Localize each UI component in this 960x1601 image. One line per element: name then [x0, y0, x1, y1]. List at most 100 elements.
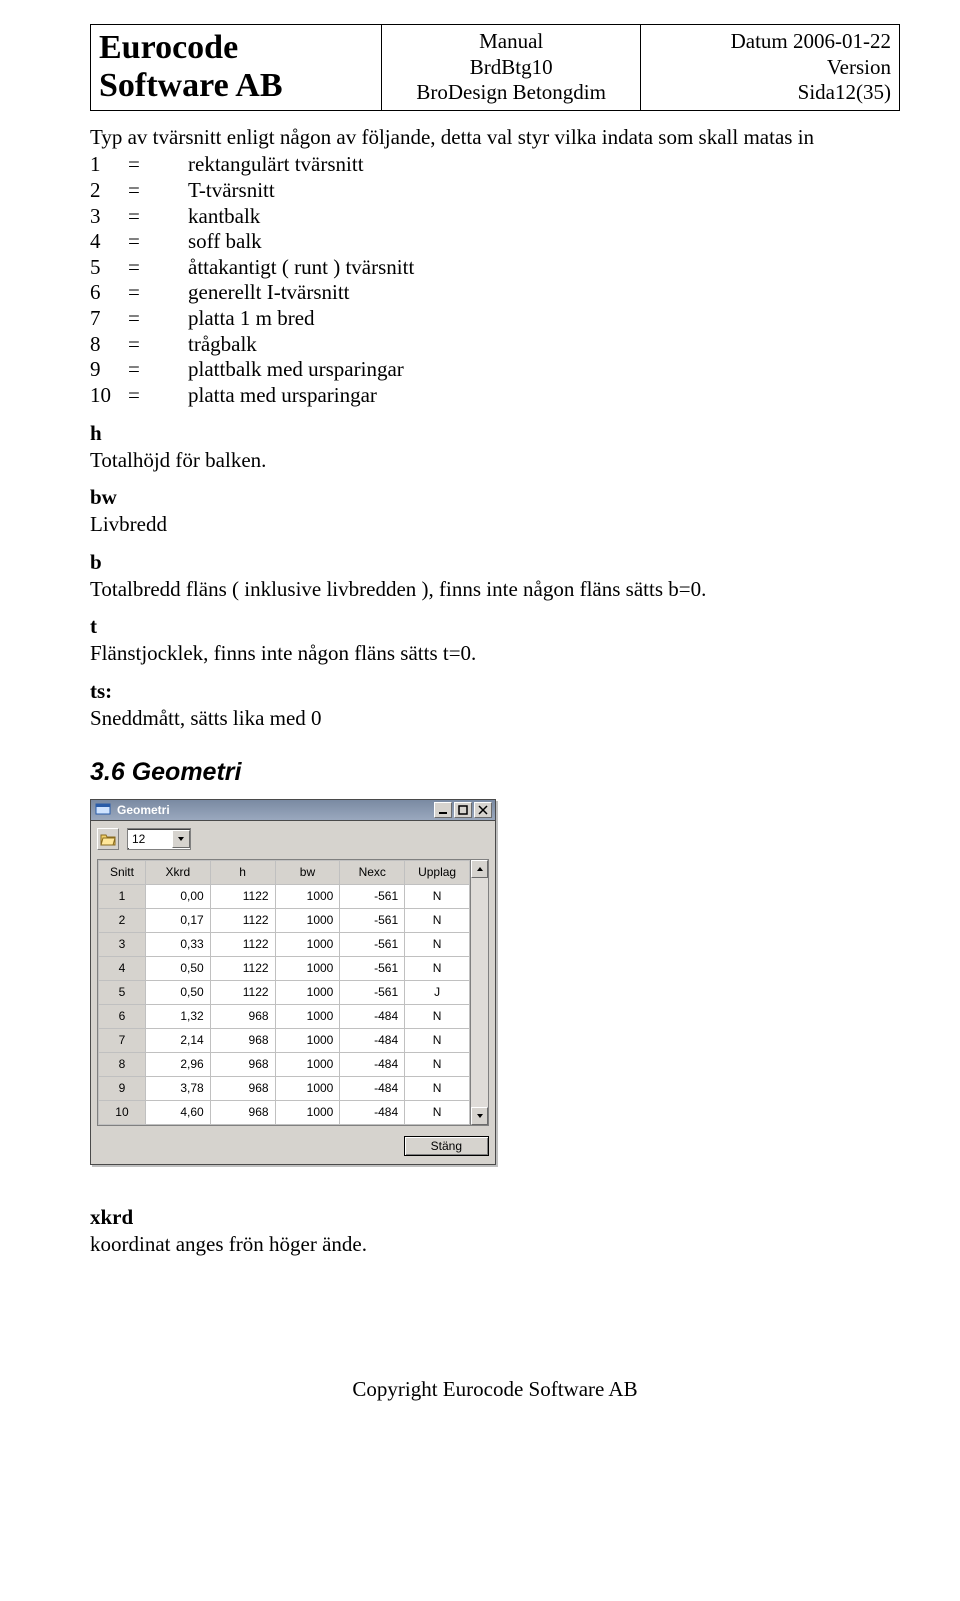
table-row[interactable]: 50,5011221000-561J: [99, 980, 470, 1004]
cell-snitt[interactable]: 6: [99, 1004, 146, 1028]
table-row[interactable]: 72,149681000-484N: [99, 1028, 470, 1052]
cell-bw[interactable]: 1000: [275, 932, 340, 956]
cell-bw[interactable]: 1000: [275, 1028, 340, 1052]
col-xkrd[interactable]: Xkrd: [145, 860, 210, 884]
cell-nexc[interactable]: -484: [340, 1100, 405, 1124]
table-row[interactable]: 30,3311221000-561N: [99, 932, 470, 956]
cell-snitt[interactable]: 4: [99, 956, 146, 980]
col-nexc[interactable]: Nexc: [340, 860, 405, 884]
cell-xkrd[interactable]: 2,96: [145, 1052, 210, 1076]
col-upplag[interactable]: Upplag: [405, 860, 470, 884]
cell-nexc[interactable]: -484: [340, 1052, 405, 1076]
cell-upplag[interactable]: N: [405, 1100, 470, 1124]
def-num: 1: [90, 152, 128, 178]
grid-body: 10,0011221000-561N 20,1711221000-561N 30…: [99, 884, 470, 1124]
cell-bw[interactable]: 1000: [275, 1076, 340, 1100]
cell-bw[interactable]: 1000: [275, 1052, 340, 1076]
vertical-scrollbar[interactable]: [470, 860, 488, 1125]
cell-h[interactable]: 968: [210, 1076, 275, 1100]
scroll-track[interactable]: [471, 878, 488, 1107]
cell-xkrd[interactable]: 0,17: [145, 908, 210, 932]
table-row[interactable]: 20,1711221000-561N: [99, 908, 470, 932]
cell-h[interactable]: 1122: [210, 884, 275, 908]
table-row[interactable]: 104,609681000-484N: [99, 1100, 470, 1124]
table-row[interactable]: 10,0011221000-561N: [99, 884, 470, 908]
combo-dropdown-button[interactable]: [172, 830, 190, 848]
titlebar-buttons: [434, 802, 492, 818]
cell-xkrd[interactable]: 3,78: [145, 1076, 210, 1100]
cell-h[interactable]: 1122: [210, 908, 275, 932]
cell-h[interactable]: 968: [210, 1100, 275, 1124]
cell-bw[interactable]: 1000: [275, 956, 340, 980]
cell-upplag[interactable]: N: [405, 1076, 470, 1100]
cell-xkrd[interactable]: 0,50: [145, 956, 210, 980]
table-row[interactable]: 82,969681000-484N: [99, 1052, 470, 1076]
scroll-down-button[interactable]: [471, 1107, 488, 1125]
cell-upplag[interactable]: J: [405, 980, 470, 1004]
cell-upplag[interactable]: N: [405, 884, 470, 908]
window-titlebar[interactable]: Geometri: [90, 799, 496, 821]
cell-bw[interactable]: 1000: [275, 1004, 340, 1028]
col-h[interactable]: h: [210, 860, 275, 884]
cell-upplag[interactable]: N: [405, 956, 470, 980]
cell-h[interactable]: 968: [210, 1052, 275, 1076]
def-eq: =: [128, 229, 188, 255]
col-bw[interactable]: bw: [275, 860, 340, 884]
cell-upplag[interactable]: N: [405, 1052, 470, 1076]
def-num: 4: [90, 229, 128, 255]
cell-h[interactable]: 1122: [210, 980, 275, 1004]
cell-bw[interactable]: 1000: [275, 884, 340, 908]
cell-bw[interactable]: 1000: [275, 1100, 340, 1124]
count-input[interactable]: [128, 830, 172, 848]
close-button[interactable]: Stäng: [404, 1136, 489, 1156]
cell-snitt[interactable]: 10: [99, 1100, 146, 1124]
cell-h[interactable]: 968: [210, 1004, 275, 1028]
open-button[interactable]: [97, 828, 119, 850]
cell-bw[interactable]: 1000: [275, 908, 340, 932]
cell-nexc[interactable]: -484: [340, 1028, 405, 1052]
cell-bw[interactable]: 1000: [275, 980, 340, 1004]
def-eq: =: [128, 204, 188, 230]
cell-xkrd[interactable]: 4,60: [145, 1100, 210, 1124]
cell-nexc[interactable]: -484: [340, 1004, 405, 1028]
cell-xkrd[interactable]: 2,14: [145, 1028, 210, 1052]
cell-snitt[interactable]: 2: [99, 908, 146, 932]
cell-nexc[interactable]: -561: [340, 908, 405, 932]
cell-h[interactable]: 968: [210, 1028, 275, 1052]
cell-snitt[interactable]: 1: [99, 884, 146, 908]
cell-h[interactable]: 1122: [210, 932, 275, 956]
cell-nexc[interactable]: -561: [340, 932, 405, 956]
cell-upplag[interactable]: N: [405, 1004, 470, 1028]
cell-nexc[interactable]: -561: [340, 884, 405, 908]
col-snitt[interactable]: Snitt: [99, 860, 146, 884]
cell-snitt[interactable]: 8: [99, 1052, 146, 1076]
cell-snitt[interactable]: 5: [99, 980, 146, 1004]
table-row[interactable]: 61,329681000-484N: [99, 1004, 470, 1028]
cell-snitt[interactable]: 7: [99, 1028, 146, 1052]
scroll-up-button[interactable]: [471, 860, 488, 878]
cell-xkrd[interactable]: 1,32: [145, 1004, 210, 1028]
cell-xkrd[interactable]: 0,00: [145, 884, 210, 908]
cell-upplag[interactable]: N: [405, 1028, 470, 1052]
table-row[interactable]: 93,789681000-484N: [99, 1076, 470, 1100]
cell-xkrd[interactable]: 0,33: [145, 932, 210, 956]
count-combo[interactable]: [127, 828, 191, 850]
cell-nexc[interactable]: -484: [340, 1076, 405, 1100]
close-window-button[interactable]: [474, 802, 492, 818]
cell-snitt[interactable]: 9: [99, 1076, 146, 1100]
cell-snitt[interactable]: 3: [99, 932, 146, 956]
cell-upplag[interactable]: N: [405, 908, 470, 932]
cell-xkrd[interactable]: 0,50: [145, 980, 210, 1004]
window-toolbar: [97, 825, 489, 853]
minimize-button[interactable]: [434, 802, 452, 818]
definition-row: 9=plattbalk med ursparingar: [90, 357, 900, 383]
def-text: platta med ursparingar: [188, 383, 377, 409]
cell-h[interactable]: 1122: [210, 956, 275, 980]
table-row[interactable]: 40,5011221000-561N: [99, 956, 470, 980]
header-right: Datum 2006-01-22 Version Sida12(35): [641, 25, 900, 111]
cell-nexc[interactable]: -561: [340, 980, 405, 1004]
cell-nexc[interactable]: -561: [340, 956, 405, 980]
cell-upplag[interactable]: N: [405, 932, 470, 956]
geometri-grid[interactable]: Snitt Xkrd h bw Nexc Upplag 10,001122100…: [98, 860, 470, 1125]
maximize-button[interactable]: [454, 802, 472, 818]
